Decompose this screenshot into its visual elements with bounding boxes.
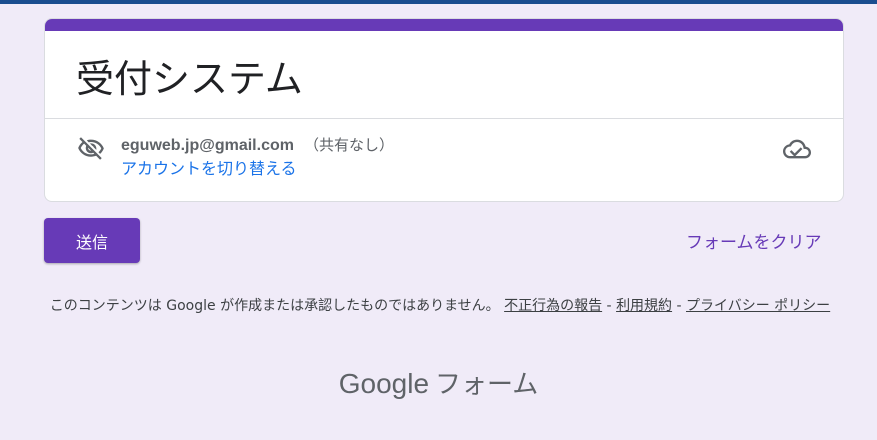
clear-form-link[interactable]: フォームをクリア: [686, 228, 822, 253]
divider: [45, 118, 843, 119]
card-accent-bar: [45, 19, 843, 31]
share-status: （共有なし）: [303, 137, 394, 154]
footer-disclaimer: このコンテンツは Google が作成または承認したものではありません。 不正行…: [40, 295, 840, 317]
form-header-card: 受付システム eguweb.jp@gmail.com （共有なし） アカウントを切…: [44, 18, 844, 202]
account-info: eguweb.jp@gmail.com （共有なし）: [121, 135, 394, 157]
report-abuse-link[interactable]: 不正行為の報告: [504, 298, 602, 314]
cloud-done-icon: [783, 137, 811, 161]
separator: -: [672, 298, 687, 314]
separator: -: [602, 298, 617, 314]
eye-off-icon: [77, 135, 105, 163]
brand-forms: フォーム: [435, 370, 539, 400]
top-strip: [0, 0, 877, 4]
terms-link[interactable]: 利用規約: [616, 298, 672, 314]
disclaimer-text: このコンテンツは Google が作成または承認したものではありません。: [49, 298, 500, 314]
brand-google: Google: [338, 368, 430, 399]
switch-account-link[interactable]: アカウントを切り替える: [121, 159, 297, 181]
privacy-link[interactable]: プライバシー ポリシー: [686, 298, 830, 314]
google-forms-logo[interactable]: Google フォーム: [0, 364, 877, 401]
account-email: eguweb.jp@gmail.com: [121, 137, 294, 154]
submit-button[interactable]: 送信: [44, 218, 140, 263]
form-title: 受付システム: [76, 57, 303, 101]
